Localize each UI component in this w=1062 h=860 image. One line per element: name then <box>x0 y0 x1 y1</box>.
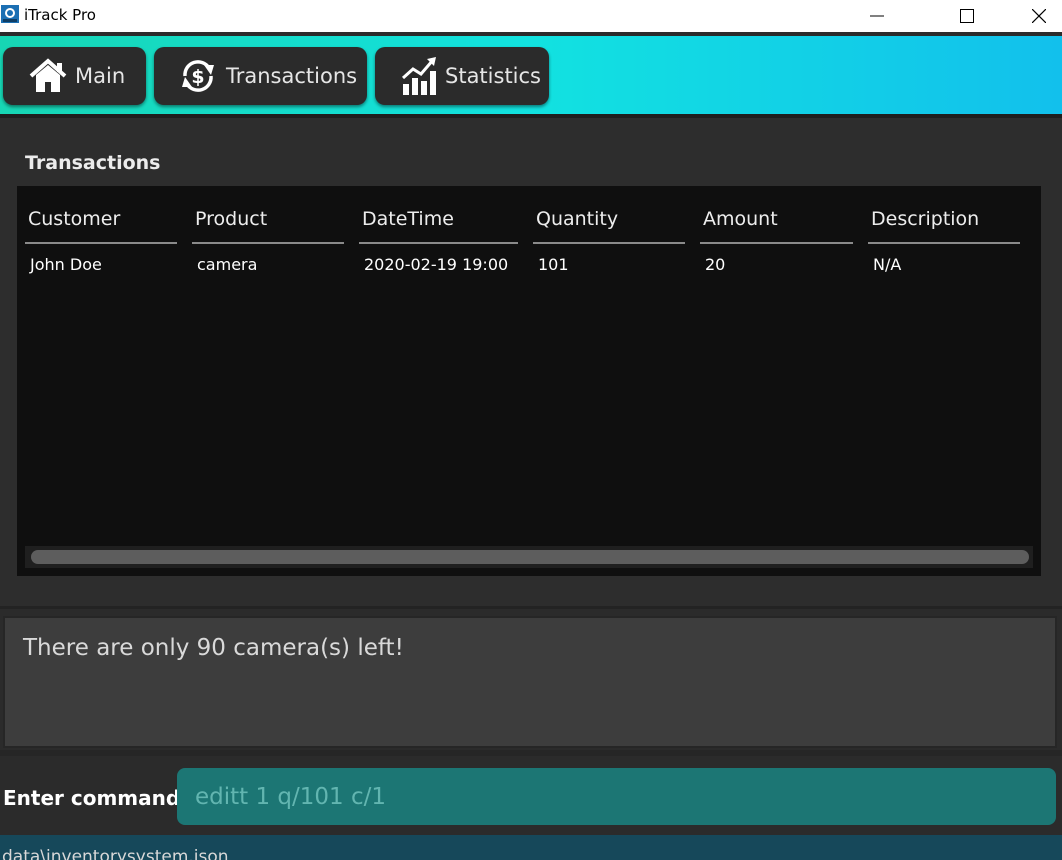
column-header-customer[interactable]: Customer <box>28 208 120 230</box>
currency-exchange-icon: $ <box>182 60 214 92</box>
command-label: Enter command <box>3 786 181 810</box>
panel-divider <box>0 606 1062 609</box>
cell-amount: 20 <box>705 255 726 274</box>
home-icon <box>29 58 67 92</box>
maximize-icon <box>960 9 974 23</box>
window-title: iTrack Pro <box>24 6 96 24</box>
svg-text:$: $ <box>191 66 204 88</box>
cell-product: camera <box>197 255 258 274</box>
horizontal-scrollbar[interactable] <box>25 546 1033 568</box>
header-underline <box>25 242 177 244</box>
app-logo-icon <box>1 5 19 23</box>
statistics-tab-button[interactable]: Statistics <box>375 47 549 105</box>
main-tab-label: Main <box>75 64 126 88</box>
header-underline <box>868 242 1020 244</box>
column-header-product[interactable]: Product <box>195 208 267 230</box>
cell-customer: John Doe <box>30 255 102 274</box>
transactions-tab-button[interactable]: $ Transactions <box>154 47 367 105</box>
column-header-description[interactable]: Description <box>871 208 979 230</box>
header-underline <box>533 242 685 244</box>
column-header-quantity[interactable]: Quantity <box>536 208 618 230</box>
header-underline <box>192 242 344 244</box>
close-button[interactable] <box>1016 0 1062 32</box>
cell-description: N/A <box>873 255 902 274</box>
statistics-tab-label: Statistics <box>445 64 541 88</box>
chart-icon <box>401 57 436 95</box>
save-location-path: data\inventorysystem.json <box>2 847 229 860</box>
title-bar: iTrack Pro <box>0 0 1062 32</box>
minimize-icon <box>870 15 884 17</box>
close-icon <box>1032 9 1046 23</box>
transactions-panel: Transactions Customer Product DateTime Q… <box>0 118 1062 606</box>
header-underline <box>359 242 518 244</box>
column-header-amount[interactable]: Amount <box>703 208 778 230</box>
panel-title: Transactions <box>25 152 161 174</box>
nav-bar: Main $ Transactions Statistics <box>0 36 1062 114</box>
cell-datetime: 2020-02-19 19:00 <box>364 255 509 274</box>
column-header-datetime[interactable]: DateTime <box>362 208 454 230</box>
result-message: There are only 90 camera(s) left! <box>23 635 404 661</box>
minimize-button[interactable] <box>854 0 900 32</box>
transactions-table[interactable]: Customer Product DateTime Quantity Amoun… <box>17 186 1041 576</box>
command-input[interactable] <box>177 768 1056 825</box>
maximize-button[interactable] <box>944 0 990 32</box>
scrollbar-thumb[interactable] <box>31 550 1029 564</box>
main-tab-button[interactable]: Main <box>3 47 146 105</box>
transactions-tab-label: Transactions <box>226 64 358 88</box>
header-underline <box>700 242 853 244</box>
result-display: There are only 90 camera(s) left! <box>3 616 1057 748</box>
result-divider <box>0 750 1062 756</box>
status-bar: data\inventorysystem.json <box>0 835 1062 860</box>
cell-quantity: 101 <box>538 255 569 274</box>
